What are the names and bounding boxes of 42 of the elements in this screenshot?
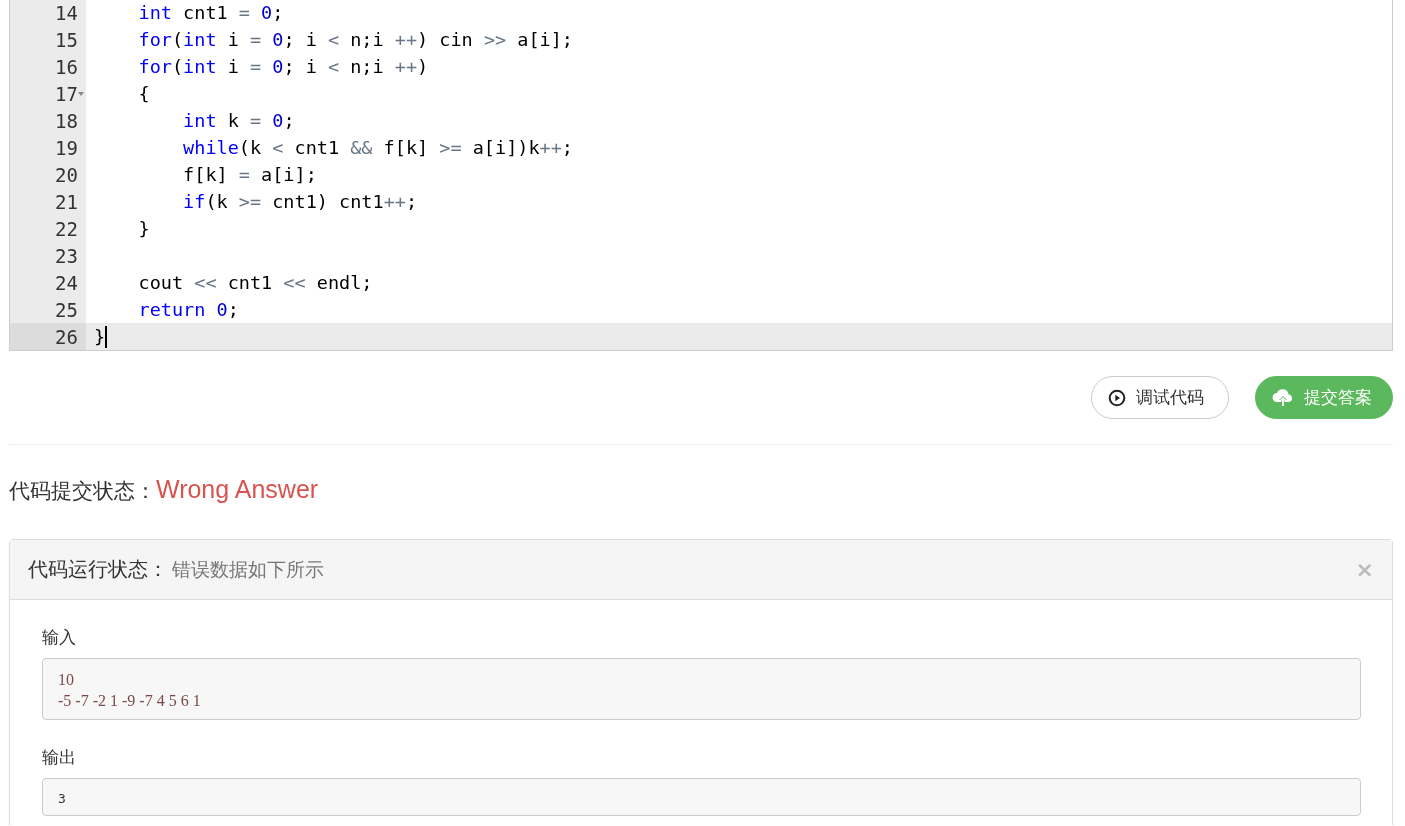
line-number: 17 bbox=[55, 82, 78, 105]
data-line: 3 bbox=[58, 791, 67, 806]
line-number: 26 bbox=[55, 325, 78, 348]
line-number: 22 bbox=[55, 217, 78, 240]
submit-answer-button[interactable]: 提交答案 bbox=[1255, 376, 1393, 419]
panel-title: 代码运行状态： bbox=[28, 556, 168, 583]
code-line: } bbox=[93, 326, 106, 347]
code-line: int k = 0; bbox=[182, 110, 295, 131]
panel-subtitle: 错误数据如下所示 bbox=[172, 556, 324, 582]
line-number: 25 bbox=[55, 298, 78, 321]
code-line: if(k >= cnt1) cnt1++; bbox=[182, 191, 418, 212]
data-line: 10 bbox=[58, 671, 75, 689]
status-value: Wrong Answer bbox=[156, 475, 319, 504]
line-number: 20 bbox=[55, 163, 78, 186]
code-line: return 0; bbox=[137, 299, 239, 320]
code-line: cout << cnt1 << endl; bbox=[137, 272, 373, 293]
section-label: 输入 bbox=[42, 626, 77, 649]
line-number: 14 bbox=[55, 1, 78, 24]
fold-caret-icon[interactable] bbox=[78, 92, 84, 96]
close-button[interactable]: × bbox=[1355, 557, 1374, 582]
code-line: f[k] = a[i]; bbox=[182, 164, 317, 185]
section-label: 输出 bbox=[42, 746, 77, 769]
play-circle-icon bbox=[1108, 388, 1126, 407]
line-number: 18 bbox=[55, 109, 78, 132]
cloud-upload-icon bbox=[1272, 388, 1294, 407]
code-line: for(int i = 0; i < n;i ++) cin >> a[i]; bbox=[137, 29, 573, 50]
code-line: while(k < cnt1 && f[k] >= a[i])k++; bbox=[182, 137, 573, 158]
status-label: 代码提交状态： bbox=[9, 478, 156, 505]
line-number: 23 bbox=[55, 244, 78, 267]
code-editor[interactable] bbox=[9, 0, 1393, 351]
line-number: 24 bbox=[55, 271, 78, 294]
text-cursor bbox=[105, 325, 107, 348]
line-number: 21 bbox=[55, 190, 78, 213]
data-line: -5 -7 -2 1 -9 -7 4 5 6 1 bbox=[58, 692, 202, 710]
line-number: 16 bbox=[55, 55, 78, 78]
code-line: for(int i = 0; i < n;i ++) bbox=[137, 56, 429, 77]
code-line: } bbox=[137, 218, 150, 239]
line-number: 15 bbox=[55, 28, 78, 51]
code-line: int cnt1 = 0; bbox=[137, 2, 284, 23]
debug-code-button[interactable]: 调试代码 bbox=[1091, 376, 1229, 419]
line-number: 19 bbox=[55, 136, 78, 159]
code-line: { bbox=[137, 83, 150, 104]
